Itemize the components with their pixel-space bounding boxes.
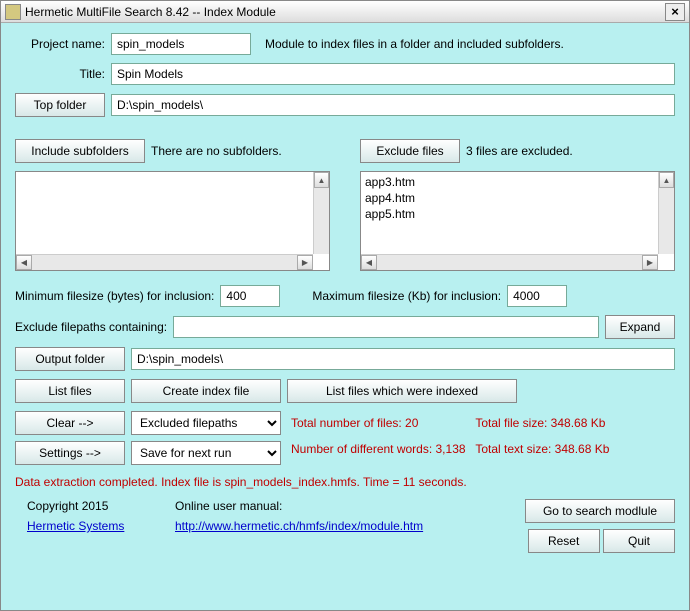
module-description: Module to index files in a folder and in… — [265, 37, 564, 51]
list-item[interactable]: app5.htm — [365, 206, 670, 222]
status-text: Data extraction completed. Index file is… — [15, 475, 675, 489]
window: Hermetic MultiFile Search 8.42 -- Index … — [0, 0, 690, 611]
exclude-filepaths-label: Exclude filepaths containing: — [15, 320, 167, 334]
app-icon — [5, 4, 21, 20]
list-indexed-button[interactable]: List files which were indexed — [287, 379, 517, 403]
output-folder-button[interactable]: Output folder — [15, 347, 125, 371]
scrollbar-vertical[interactable]: ▲ — [313, 172, 329, 254]
min-filesize-label: Minimum filesize (bytes) for inclusion: — [15, 289, 214, 303]
goto-search-button[interactable]: Go to search modlule — [525, 499, 675, 523]
list-files-button[interactable]: List files — [15, 379, 125, 403]
total-files-stat: Total number of files: 20 — [291, 413, 475, 439]
scrollbar-vertical[interactable]: ▲ — [658, 172, 674, 254]
create-index-button[interactable]: Create index file — [131, 379, 281, 403]
excluded-count-text: 3 files are excluded. — [466, 144, 573, 158]
total-text-size-stat: Total text size: 348.68 Kb — [475, 439, 659, 465]
excluded-files-listbox[interactable]: app3.htm app4.htm app5.htm ▲ ◀ ▶ — [360, 171, 675, 271]
output-folder-input[interactable] — [131, 348, 675, 370]
scroll-up-icon[interactable]: ▲ — [314, 172, 329, 188]
top-folder-button[interactable]: Top folder — [15, 93, 105, 117]
exclude-filepaths-input[interactable] — [173, 316, 599, 338]
include-subfolders-button[interactable]: Include subfolders — [15, 139, 145, 163]
max-filesize-input[interactable] — [507, 285, 567, 307]
clear-button[interactable]: Clear --> — [15, 411, 125, 435]
scroll-left-icon[interactable]: ◀ — [361, 255, 377, 270]
scrollbar-horizontal[interactable]: ◀ ▶ — [16, 254, 313, 270]
total-file-size-stat: Total file size: 348.68 Kb — [475, 413, 659, 439]
reset-button[interactable]: Reset — [528, 529, 600, 553]
top-folder-input[interactable] — [111, 94, 675, 116]
title-input[interactable] — [111, 63, 675, 85]
company-link[interactable]: Hermetic Systems — [27, 519, 175, 533]
project-name-label: Project name: — [15, 37, 105, 51]
settings-button[interactable]: Settings --> — [15, 441, 125, 465]
settings-combo[interactable]: Save for next run — [131, 441, 281, 465]
titlebar: Hermetic MultiFile Search 8.42 -- Index … — [1, 1, 689, 23]
list-item[interactable]: app3.htm — [365, 174, 670, 190]
title-label: Title: — [15, 67, 105, 81]
quit-button[interactable]: Quit — [603, 529, 675, 553]
exclude-files-button[interactable]: Exclude files — [360, 139, 460, 163]
copyright-text: Copyright 2015 — [27, 499, 175, 513]
min-filesize-input[interactable] — [220, 285, 280, 307]
diff-words-stat: Number of different words: 3,138 — [291, 439, 475, 465]
content-area: Project name: Module to index files in a… — [1, 23, 689, 563]
clear-combo[interactable]: Excluded filepaths — [131, 411, 281, 435]
manual-link[interactable]: http://www.hermetic.ch/hmfs/index/module… — [175, 519, 515, 533]
close-icon[interactable]: × — [665, 3, 685, 21]
scroll-right-icon[interactable]: ▶ — [642, 255, 658, 270]
subfolders-listbox[interactable]: ▲ ◀ ▶ — [15, 171, 330, 271]
project-name-input[interactable] — [111, 33, 251, 55]
window-title: Hermetic MultiFile Search 8.42 -- Index … — [25, 5, 665, 19]
manual-label: Online user manual: — [175, 499, 515, 513]
no-subfolders-text: There are no subfolders. — [151, 144, 282, 158]
scroll-right-icon[interactable]: ▶ — [297, 255, 313, 270]
scroll-up-icon[interactable]: ▲ — [659, 172, 674, 188]
max-filesize-label: Maximum filesize (Kb) for inclusion: — [312, 289, 501, 303]
expand-button[interactable]: Expand — [605, 315, 675, 339]
scrollbar-horizontal[interactable]: ◀ ▶ — [361, 254, 658, 270]
scroll-left-icon[interactable]: ◀ — [16, 255, 32, 270]
list-item[interactable]: app4.htm — [365, 190, 670, 206]
stats-area: Total number of files: 20 Total file siz… — [291, 411, 675, 465]
